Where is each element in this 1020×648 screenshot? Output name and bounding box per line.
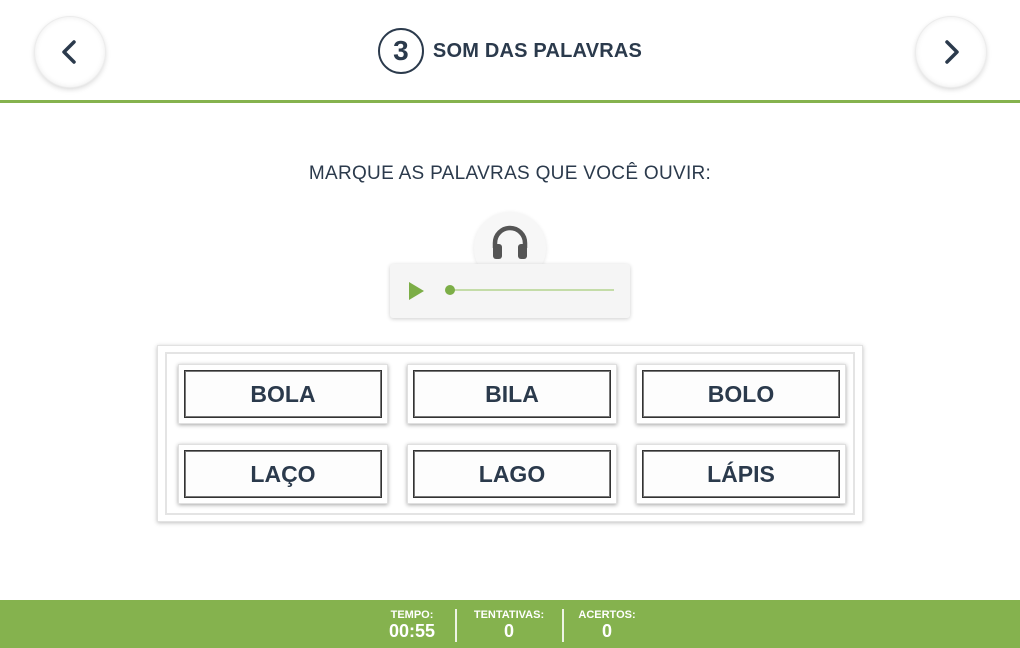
audio-progress-track[interactable] (445, 285, 614, 295)
word-option[interactable]: BILA (407, 364, 617, 424)
word-option-label: BOLO (642, 370, 840, 418)
word-option-label: LAÇO (184, 450, 382, 498)
audio-player (390, 264, 630, 318)
word-option[interactable]: BOLO (636, 364, 846, 424)
page-title: 3 SOM DAS PALAVRAS (0, 28, 1020, 74)
tries-label: TENTATIVAS: (473, 609, 545, 621)
play-icon[interactable] (406, 281, 426, 301)
chevron-right-icon (945, 40, 959, 64)
tries-value: 0 (503, 621, 514, 641)
word-grid-inner: BOLA BILA BOLO LAÇO LAGO LÁPIS (165, 352, 855, 515)
time-label: TEMPO: (390, 609, 434, 621)
title-text: SOM DAS PALAVRAS (432, 39, 643, 62)
word-option-label: BILA (413, 370, 611, 418)
audio-progress-knob[interactable] (445, 285, 455, 295)
time-value: 00:55 (388, 621, 436, 641)
headphones-icon (492, 225, 528, 259)
footer-divider (562, 609, 564, 642)
hits-label: ACERTOS: (578, 609, 636, 621)
word-option-label: BOLA (184, 370, 382, 418)
header-bar: 3 SOM DAS PALAVRAS (0, 0, 1020, 100)
status-footer: TEMPO: 00:55 TENTATIVAS: 0 ACERTOS: 0 (0, 600, 1020, 648)
word-option-label: LAGO (413, 450, 611, 498)
word-option[interactable]: LAÇO (178, 444, 388, 504)
word-option[interactable]: LÁPIS (636, 444, 846, 504)
hits-stat: ACERTOS: 0 (576, 609, 638, 641)
word-option[interactable]: LAGO (407, 444, 617, 504)
word-option[interactable]: BOLA (178, 364, 388, 424)
instruction-text: MARQUE AS PALAVRAS QUE VOCÊ OUVIR: (308, 163, 712, 184)
word-grid: BOLA BILA BOLO LAÇO LAGO LÁPIS (157, 345, 863, 522)
word-option-label: LÁPIS (642, 450, 840, 498)
footer-divider (455, 609, 457, 642)
step-number: 3 (377, 28, 424, 74)
tries-stat: TENTATIVAS: 0 (470, 609, 548, 641)
time-stat: TEMPO: 00:55 (385, 609, 439, 641)
hits-value: 0 (601, 621, 612, 641)
next-button[interactable] (916, 17, 986, 87)
header-divider (0, 100, 1020, 103)
